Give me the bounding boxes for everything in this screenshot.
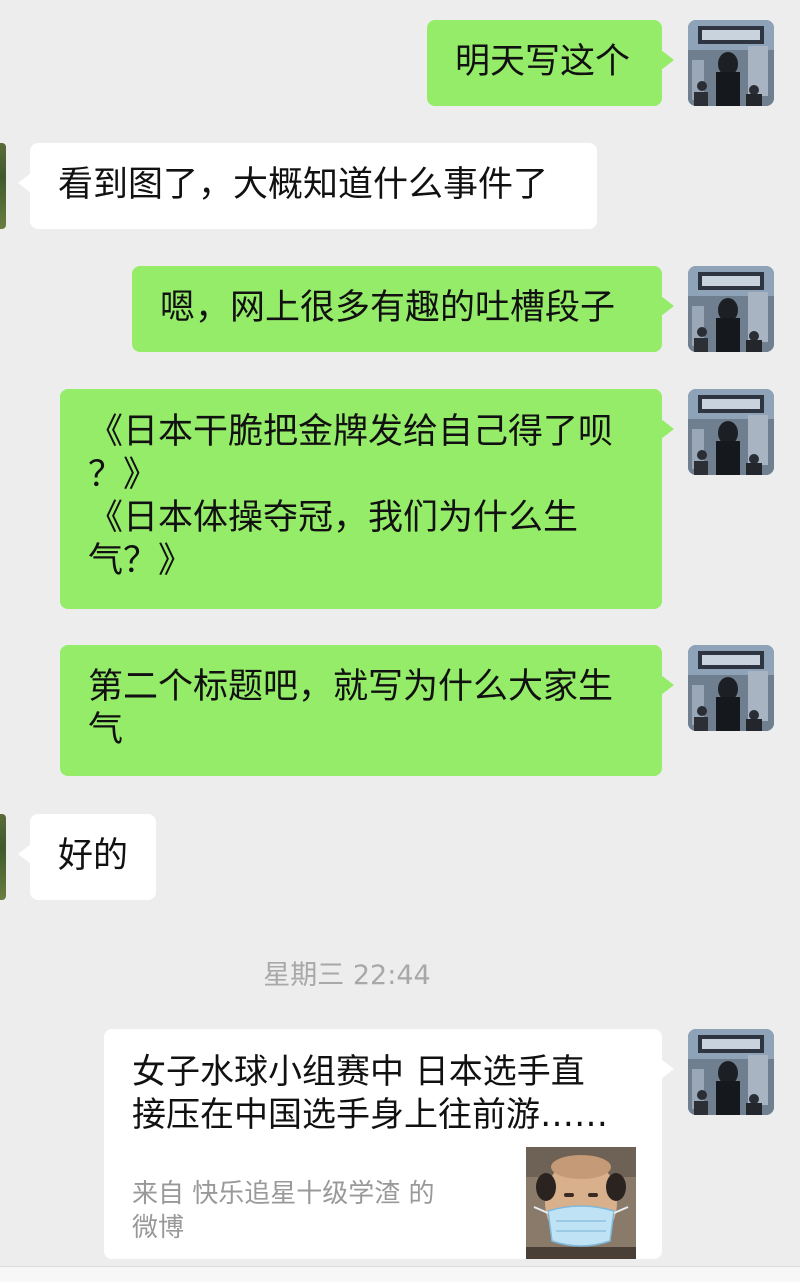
link-card-title: 女子水球小组赛中 日本选手直 接压在中国选手身上往前游…… <box>132 1051 642 1137</box>
link-card-title-line: 接压在中国选手身上往前游…… <box>132 1095 608 1135</box>
message-text: 嗯，网上很多有趣的吐槽段子 <box>160 288 616 328</box>
message-bubble-sent[interactable]: 《日本干脆把金牌发给自己得了呗 ？》 《日本体操夺冠，我们为什么生 气？》 <box>60 389 674 609</box>
link-card-source-line: 来自 快乐追星十级学渣 的 <box>132 1179 435 1209</box>
message-text: 《日本体操夺冠，我们为什么生 <box>88 498 579 538</box>
link-card-source: 来自 快乐追星十级学渣 的 微博 <box>132 1177 492 1245</box>
message-bubble-sent[interactable]: 明天写这个 <box>427 20 674 106</box>
message-bubble-received[interactable]: 好的 <box>18 814 156 900</box>
my-avatar[interactable] <box>688 1029 774 1115</box>
link-card-title-line: 女子水球小组赛中 日本选手直 <box>132 1052 585 1092</box>
message-text: 《日本干脆把金牌发给自己得了呗 <box>88 412 614 452</box>
link-card-thumbnail <box>526 1147 636 1259</box>
masked-face-thumbnail-icon <box>526 1147 636 1259</box>
link-card-source-line: 微博 <box>132 1213 185 1243</box>
avatar-photo-icon <box>688 645 774 731</box>
message-text: 气 <box>88 710 124 750</box>
avatar-photo-icon <box>688 20 774 106</box>
message-text: 好的 <box>58 836 129 876</box>
my-avatar[interactable] <box>688 20 774 106</box>
message-bubble-received[interactable]: 看到图了，大概知道什么事件了 <box>18 143 597 229</box>
message-timestamp: 星期三 22:44 <box>263 960 431 991</box>
avatar-photo-icon <box>688 389 774 475</box>
chat-message-area[interactable]: 明天写这个 看到图了，大概知道什么事件了 嗯，网上很多有趣的吐槽段子 《日本干脆… <box>0 0 800 1282</box>
avatar-photo-icon <box>688 1029 774 1115</box>
message-bubble-sent[interactable]: 第二个标题吧，就写为什么大家生 气 <box>60 645 674 776</box>
input-bar-edge <box>0 1266 800 1282</box>
message-text: 第二个标题吧，就写为什么大家生 <box>88 667 614 707</box>
avatar-photo-icon <box>688 266 774 352</box>
other-avatar[interactable] <box>0 143 6 229</box>
shared-link-card[interactable]: 女子水球小组赛中 日本选手直 接压在中国选手身上往前游…… 来自 快乐追星十级学… <box>104 1029 674 1259</box>
message-text: 明天写这个 <box>455 42 631 82</box>
message-text: ？》 <box>88 455 159 495</box>
message-bubble-sent[interactable]: 嗯，网上很多有趣的吐槽段子 <box>132 266 674 352</box>
my-avatar[interactable] <box>688 389 774 475</box>
my-avatar[interactable] <box>688 266 774 352</box>
message-text: 气？》 <box>88 541 194 581</box>
my-avatar[interactable] <box>688 645 774 731</box>
other-avatar[interactable] <box>0 814 6 900</box>
message-text: 看到图了，大概知道什么事件了 <box>58 165 549 205</box>
